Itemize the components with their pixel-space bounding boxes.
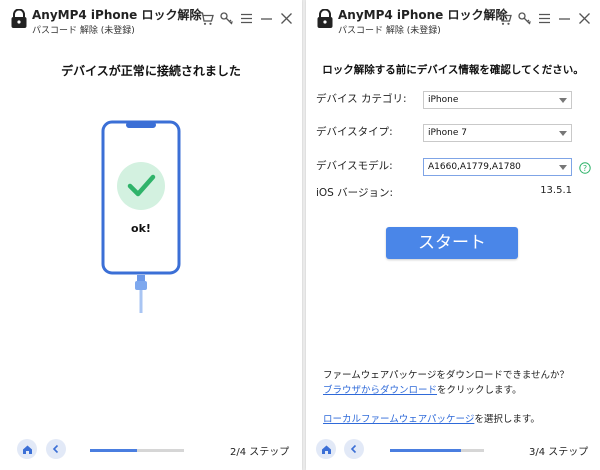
progress-fill xyxy=(90,449,137,452)
key-icon[interactable] xyxy=(219,11,234,26)
app-lock-icon xyxy=(317,9,333,28)
close-icon[interactable] xyxy=(279,11,294,26)
app-title: AnyMP4 iPhone ロック解除 xyxy=(32,8,202,22)
chevron-down-icon xyxy=(559,165,567,170)
local-package-link[interactable]: ローカルファームウェアパッケージ xyxy=(323,414,474,425)
device-category-select[interactable]: iPhone xyxy=(423,91,572,109)
connection-heading: デバイスが正常に接続されました xyxy=(61,64,241,78)
close-icon[interactable] xyxy=(577,11,592,26)
usb-cable-icon xyxy=(135,275,147,313)
device-category-value: iPhone xyxy=(428,95,459,105)
window-controls xyxy=(199,11,294,26)
step-indicator: 3/4 ステップ xyxy=(529,447,589,458)
progress-bar xyxy=(390,449,484,452)
minimize-icon[interactable] xyxy=(259,11,274,26)
key-icon[interactable] xyxy=(517,11,532,26)
left-window: AnyMP4 iPhone ロック解除 パスコード 解除 (未登録) デバイスが… xyxy=(0,0,302,470)
ios-version-value: 13.5.1 xyxy=(540,185,572,196)
download-question: ファームウェアパッケージをダウンロードできませんか？ xyxy=(323,370,570,381)
progress-fill xyxy=(390,449,461,452)
browser-download-link[interactable]: ブラウザからダウンロード xyxy=(323,385,437,396)
local-package-line: ローカルファームウェアパッケージを選択します。 xyxy=(323,411,540,425)
menu-icon[interactable] xyxy=(239,11,254,26)
home-icon xyxy=(321,445,331,454)
title-bar: AnyMP4 iPhone ロック解除 パスコード 解除 (未登録) xyxy=(0,0,302,40)
menu-icon[interactable] xyxy=(537,11,552,26)
title-bar: AnyMP4 iPhone ロック解除 パスコード 解除 (未登録) xyxy=(306,0,600,40)
device-model-label: デバイスモデル: xyxy=(316,160,393,172)
app-subtitle: パスコード 解除 (未登録) xyxy=(338,26,441,36)
success-circle xyxy=(117,162,165,210)
chevron-left-icon xyxy=(350,444,357,454)
device-category-label: デバイス カテゴリ: xyxy=(316,93,407,105)
right-window: AnyMP4 iPhone ロック解除 パスコード 解除 (未登録) ロック解除… xyxy=(306,0,600,470)
footer: 2/4 ステップ xyxy=(0,430,302,470)
browser-download-suffix: をクリックします。 xyxy=(437,385,522,396)
start-button[interactable]: スタート xyxy=(386,227,518,259)
device-type-label: デバイスタイプ: xyxy=(316,126,393,138)
cart-icon[interactable] xyxy=(199,11,214,26)
window-controls xyxy=(497,11,592,26)
device-type-value: iPhone 7 xyxy=(428,128,467,138)
progress-bar xyxy=(90,449,184,452)
app-title: AnyMP4 iPhone ロック解除 xyxy=(338,8,508,22)
chevron-down-icon xyxy=(559,98,567,103)
chevron-left-icon xyxy=(52,444,59,454)
home-button[interactable] xyxy=(17,439,37,459)
ios-version-label: iOS バージョン: xyxy=(316,187,394,199)
back-button[interactable] xyxy=(344,439,364,459)
device-type-select[interactable]: iPhone 7 xyxy=(423,124,572,142)
local-package-suffix: を選択します。 xyxy=(474,414,540,425)
footer: 3/4 ステップ xyxy=(306,430,600,470)
svg-text:?: ? xyxy=(583,164,587,173)
minimize-icon[interactable] xyxy=(557,11,572,26)
confirm-heading: ロック解除する前にデバイス情報を確認してください。 xyxy=(322,64,584,76)
help-icon[interactable]: ? xyxy=(579,162,591,174)
ok-label: ok! xyxy=(131,222,151,235)
phone-illustration xyxy=(101,120,181,275)
app-lock-icon xyxy=(11,9,27,28)
back-button[interactable] xyxy=(46,439,66,459)
home-icon xyxy=(22,445,32,454)
cart-icon[interactable] xyxy=(497,11,512,26)
device-model-value: A1660,A1779,A1780 xyxy=(428,162,521,172)
device-model-select[interactable]: A1660,A1779,A1780 xyxy=(423,158,572,176)
app-subtitle: パスコード 解除 (未登録) xyxy=(32,26,135,36)
chevron-down-icon xyxy=(559,131,567,136)
browser-download-line: ブラウザからダウンロードをクリックします。 xyxy=(323,382,522,396)
home-button[interactable] xyxy=(316,439,336,459)
step-indicator: 2/4 ステップ xyxy=(230,447,290,458)
